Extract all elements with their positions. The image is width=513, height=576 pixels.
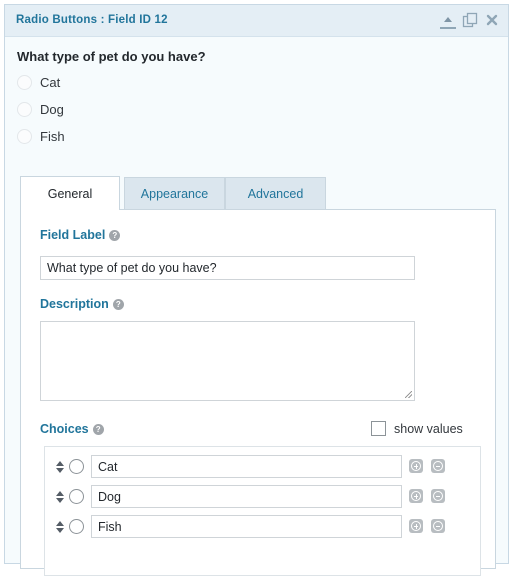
choice-text-input[interactable]: Dog: [91, 485, 402, 508]
show-values-label: show values: [394, 421, 463, 436]
description-heading: Description ?: [40, 297, 124, 311]
collapse-icon[interactable]: [440, 11, 456, 29]
field-label-input[interactable]: What type of pet do you have?: [40, 256, 415, 280]
tab-general[interactable]: General: [20, 176, 120, 210]
resize-handle-icon[interactable]: [405, 391, 412, 398]
preview-option-fish[interactable]: Fish: [17, 129, 65, 144]
remove-choice-icon[interactable]: [431, 489, 445, 503]
choice-default-radio[interactable]: [69, 489, 84, 504]
field-title: Radio Buttons : Field ID 12: [16, 14, 168, 26]
choices-heading: Choices ?: [40, 422, 104, 436]
duplicate-icon[interactable]: [462, 11, 478, 29]
show-values-toggle[interactable]: show values: [371, 421, 463, 436]
add-choice-icon[interactable]: [409, 489, 423, 503]
remove-choice-icon[interactable]: [431, 519, 445, 533]
preview-option-label: Fish: [40, 129, 65, 144]
delete-icon[interactable]: [484, 11, 500, 29]
titlebar-actions: [440, 11, 500, 29]
tab-appearance[interactable]: Appearance: [124, 177, 225, 209]
choice-text-input[interactable]: Fish: [91, 515, 402, 538]
add-choice-icon[interactable]: [409, 519, 423, 533]
help-icon[interactable]: ?: [92, 423, 104, 435]
field-settings-panel: Radio Buttons : Field ID 12 What type of…: [4, 4, 509, 576]
description-textarea[interactable]: [40, 321, 415, 401]
remove-choice-icon[interactable]: [431, 459, 445, 473]
help-icon[interactable]: ?: [109, 229, 121, 241]
tab-advanced[interactable]: Advanced: [225, 177, 326, 209]
field-titlebar: Radio Buttons : Field ID 12: [5, 5, 508, 37]
preview-option-label: Cat: [40, 75, 61, 90]
choices-text: Choices: [40, 422, 89, 436]
radio-icon[interactable]: [17, 75, 32, 90]
radio-icon[interactable]: [17, 129, 32, 144]
show-values-checkbox[interactable]: [371, 421, 386, 436]
choice-row: Dog: [45, 485, 480, 509]
radio-icon[interactable]: [17, 102, 32, 117]
choice-default-radio[interactable]: [69, 519, 84, 534]
choice-row: Cat: [45, 455, 480, 479]
sort-handle-icon[interactable]: [55, 459, 65, 475]
preview-option-dog[interactable]: Dog: [17, 102, 64, 117]
choice-row: Fish: [45, 515, 480, 539]
preview-option-label: Dog: [40, 102, 64, 117]
add-choice-icon[interactable]: [409, 459, 423, 473]
description-text: Description: [40, 297, 109, 311]
field-label-text: Field Label: [40, 228, 106, 242]
help-icon[interactable]: ?: [112, 298, 124, 310]
choices-list: Cat Dog Fish: [44, 446, 481, 576]
choice-default-radio[interactable]: [69, 459, 84, 474]
sort-handle-icon[interactable]: [55, 489, 65, 505]
sort-handle-icon[interactable]: [55, 519, 65, 535]
preview-option-cat[interactable]: Cat: [17, 75, 60, 90]
field-label-heading: Field Label ?: [40, 228, 121, 242]
preview-question: What type of pet do you have?: [17, 49, 206, 64]
tab-general-content: Field Label ? What type of pet do you ha…: [20, 209, 496, 576]
choice-text-input[interactable]: Cat: [91, 455, 402, 478]
